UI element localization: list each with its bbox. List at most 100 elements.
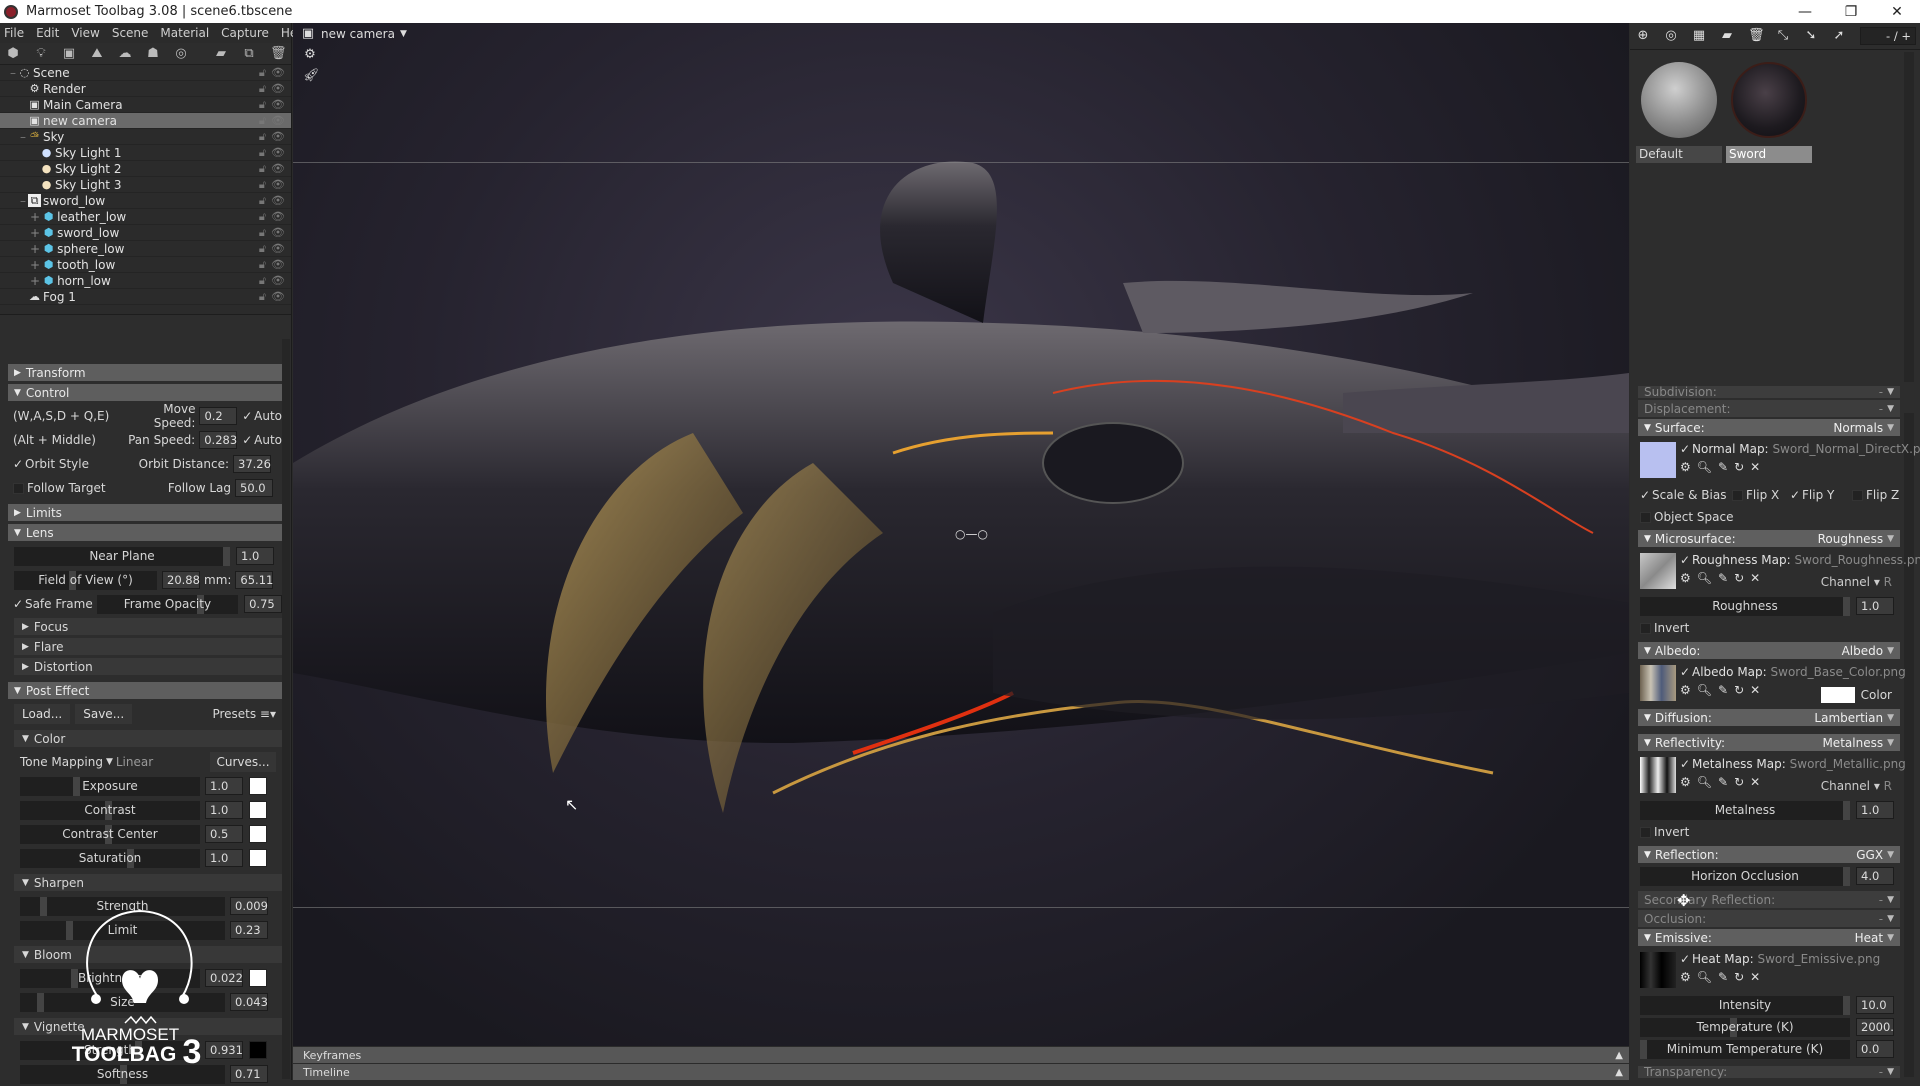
slider-knob[interactable] — [1640, 1039, 1647, 1059]
dropdown-icon[interactable]: ▼ — [1887, 646, 1894, 656]
brightness-input[interactable]: 0.022 — [205, 969, 243, 987]
eye-icon[interactable]: 👁︎ — [271, 274, 285, 287]
save-button[interactable]: Save... — [75, 704, 133, 724]
contrast-slider[interactable]: Contrast — [20, 800, 200, 820]
lock-icon[interactable]: 🔓︎ — [259, 130, 266, 144]
microsurface-mode-select[interactable]: Roughness — [1818, 532, 1883, 546]
tree-item-selected[interactable]: ▣ new camera 🔓︎ 👁︎ — [0, 113, 291, 129]
lock-icon[interactable]: 🔓︎ — [259, 178, 266, 192]
vignette-strength-slider[interactable]: Strength — [20, 1040, 200, 1060]
tree-item[interactable]: ● Sky Light 2 🔓︎ 👁︎ — [0, 161, 291, 177]
add-shadow-catcher-icon[interactable]: ⛰︎ — [90, 46, 104, 61]
slider-knob[interactable] — [37, 992, 44, 1012]
eye-icon[interactable]: 👁︎ — [271, 114, 285, 127]
vignette-strength-input[interactable]: 0.931 — [205, 1041, 243, 1059]
heat-map-file[interactable]: Sword_Emissive.png — [1757, 952, 1880, 966]
eye-icon[interactable]: 👁︎ — [271, 98, 285, 111]
gear-icon[interactable]: ⚙ — [1680, 775, 1691, 789]
section-reflectivity[interactable]: ▼ Reflectivity: Metalness ▼ — [1638, 734, 1900, 751]
orbit-distance-input[interactable]: 37.26 — [233, 455, 271, 473]
section-subdivision[interactable]: Subdivision: - ▼ — [1638, 385, 1900, 399]
section-bloom[interactable]: ▼ Bloom — [14, 946, 282, 963]
tree-item[interactable]: + ⬢ tooth_low 🔓︎ 👁︎ — [0, 257, 291, 273]
sharpen-strength-input[interactable]: 0.009 — [230, 897, 268, 915]
search-icon[interactable]: 🔍︎ — [1697, 970, 1712, 984]
pan-speed-input[interactable]: 0.283 — [199, 431, 238, 449]
contrast-center-color-swatch[interactable] — [249, 825, 267, 843]
roughness-input[interactable]: 1.0 — [1856, 597, 1894, 615]
dropdown-icon[interactable]: ▼ — [106, 757, 113, 767]
follow-lag-input[interactable]: 50.0 — [235, 479, 273, 497]
slider-knob[interactable] — [1843, 596, 1850, 616]
dropdown-icon[interactable]: ▼ — [1887, 914, 1894, 924]
exposure-slider[interactable]: Exposure — [20, 776, 200, 796]
pencil-icon[interactable]: ✎ — [1718, 683, 1728, 697]
viewport-settings-gear-icon[interactable]: ⚙ — [303, 48, 317, 62]
metalness-channel-select[interactable]: Channel ▾ R — [1821, 779, 1892, 793]
flip-x-checkbox[interactable] — [1732, 489, 1743, 501]
flip-z-checkbox[interactable] — [1852, 489, 1863, 501]
tree-item[interactable]: + ⬢ leather_low 🔓︎ 👁︎ — [0, 209, 291, 225]
albedo-map-checkbox[interactable]: ✓ — [1680, 665, 1692, 679]
section-vignette[interactable]: ▼ Vignette — [14, 1018, 282, 1035]
material-library-scrollbar[interactable] — [1904, 52, 1914, 382]
contrast-color-swatch[interactable] — [249, 801, 267, 819]
close-icon[interactable]: ✕ — [1750, 683, 1760, 697]
reload-icon[interactable]: ↻ — [1734, 970, 1744, 984]
orbit-style-checkbox[interactable]: ✓ — [13, 457, 25, 471]
eye-icon[interactable]: 👁︎ — [271, 194, 285, 207]
metalness-invert-checkbox[interactable] — [1640, 826, 1651, 838]
dropdown-icon[interactable]: ▼ — [1887, 933, 1894, 943]
lock-icon[interactable]: 🔓︎ — [259, 258, 266, 272]
contrast-center-input[interactable]: 0.5 — [205, 825, 243, 843]
dropdown-icon[interactable]: ▼ — [1887, 895, 1894, 905]
dropdown-icon[interactable]: ▼ — [1887, 713, 1894, 723]
heat-map-thumbnail[interactable] — [1640, 952, 1676, 988]
tree-item[interactable]: – ◌ Scene 🔓︎ 👁︎ — [0, 65, 291, 81]
size-input[interactable]: 0.043 — [230, 993, 268, 1011]
metalness-input[interactable]: 1.0 — [1856, 801, 1894, 819]
tree-item[interactable]: ☁︎ Fog 1 🔓︎ 👁︎ — [0, 289, 291, 305]
metalness-map-checkbox[interactable]: ✓ — [1680, 757, 1692, 771]
material-thumbnail[interactable]: Default — [1636, 58, 1722, 163]
reflectivity-mode-select[interactable]: Metalness — [1822, 736, 1883, 750]
section-control[interactable]: ▼ Control — [8, 384, 282, 401]
rocket-icon[interactable]: 🚀︎ — [303, 69, 320, 83]
size-slider[interactable]: Size — [20, 992, 225, 1012]
lock-icon[interactable]: 🔓︎ — [259, 114, 266, 128]
slider-knob[interactable] — [223, 546, 230, 566]
section-limits[interactable]: ▶ Limits — [8, 504, 282, 521]
section-transform[interactable]: ▶ Transform — [8, 364, 282, 381]
section-focus[interactable]: ▶ Focus — [14, 618, 282, 635]
import-material-icon[interactable]: ➘ — [1804, 29, 1818, 43]
roughness-map-thumbnail[interactable] — [1640, 553, 1676, 589]
close-button[interactable]: ✕ — [1874, 0, 1920, 23]
tree-item[interactable]: ● Sky Light 1 🔓︎ 👁︎ — [0, 145, 291, 161]
eye-icon[interactable]: 👁︎ — [271, 82, 285, 95]
add-light-icon[interactable]: 💡︎ — [34, 46, 48, 61]
reload-icon[interactable]: ↻ — [1734, 571, 1744, 585]
roughness-map-file[interactable]: Sword_Roughness.png — [1794, 553, 1920, 567]
softness-input[interactable]: 0.71 — [230, 1065, 268, 1083]
pencil-icon[interactable]: ✎ — [1718, 970, 1728, 984]
menu-capture[interactable]: Capture — [221, 26, 269, 40]
slider-knob[interactable] — [1843, 800, 1850, 820]
section-microsurface[interactable]: ▼ Microsurface: Roughness ▼ — [1638, 530, 1900, 547]
min-temperature-slider[interactable]: Minimum Temperature (K) — [1640, 1039, 1850, 1059]
search-icon[interactable]: 🔍︎ — [1697, 460, 1712, 474]
exposure-input[interactable]: 1.0 — [205, 777, 243, 795]
section-color[interactable]: ▼ Color — [14, 730, 282, 747]
camera-selector[interactable]: ▣ new camera ▼ — [301, 27, 407, 42]
horizon-occlusion-input[interactable]: 4.0 — [1856, 867, 1894, 885]
contrast-input[interactable]: 1.0 — [205, 801, 243, 819]
lock-icon[interactable]: 🔓︎ — [259, 290, 266, 304]
curves-button[interactable]: Curves... — [210, 752, 276, 772]
slider-knob[interactable] — [1843, 866, 1850, 886]
delete-material-icon[interactable]: 🗑︎ — [1748, 29, 1765, 43]
emissive-mode-select[interactable]: Heat — [1855, 931, 1883, 945]
eye-icon[interactable]: 👁︎ — [271, 290, 285, 303]
roughness-map-checkbox[interactable]: ✓ — [1680, 553, 1692, 567]
roughness-invert-checkbox[interactable] — [1640, 622, 1651, 634]
section-lens[interactable]: ▼ Lens — [8, 524, 282, 541]
menu-material[interactable]: Material — [160, 26, 209, 40]
